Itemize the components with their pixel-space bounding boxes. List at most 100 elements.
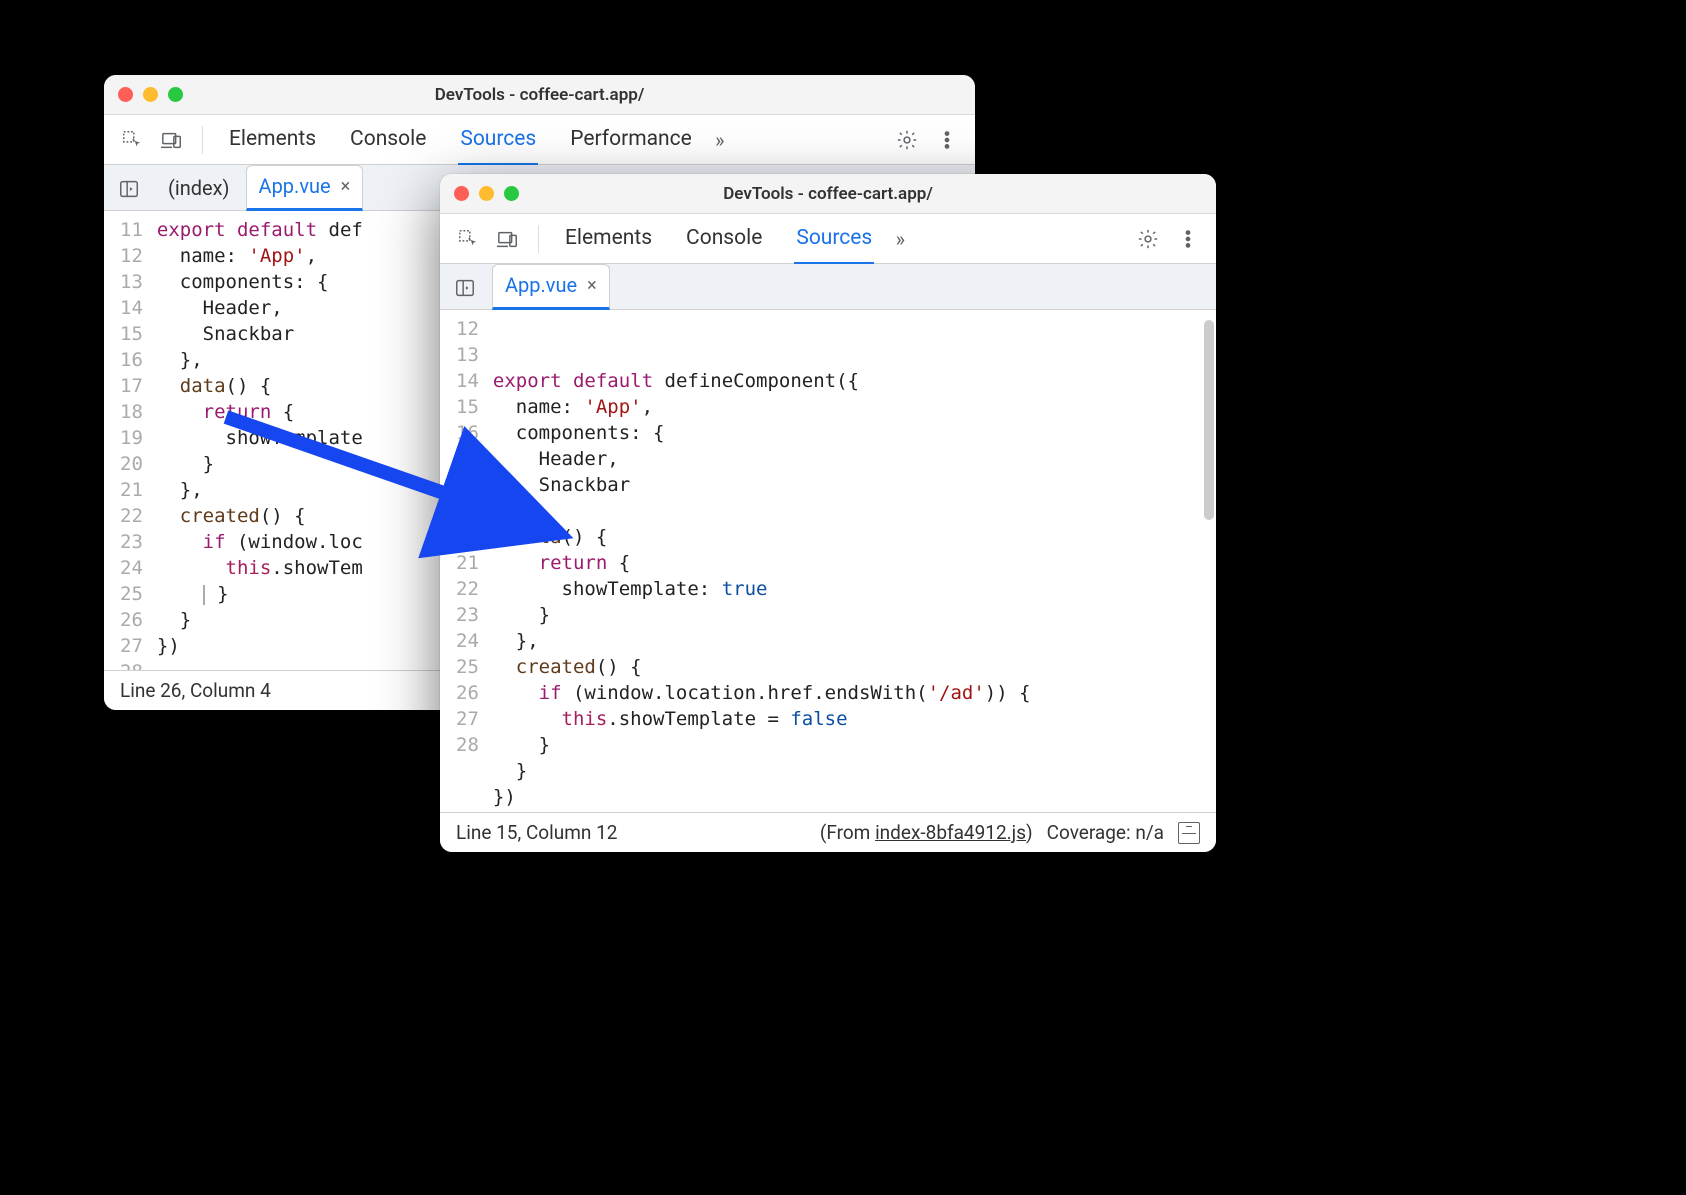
tab-sources[interactable]: Sources <box>458 117 538 166</box>
line-gutter: 111213141516171819202122232425262728 <box>104 211 153 670</box>
inspect-element-icon[interactable] <box>118 126 146 154</box>
main-toolbar: Elements Console Sources » <box>440 214 1216 264</box>
code-content[interactable]: export default defineComponent({ name: '… <box>489 310 1216 812</box>
line-number: 20 <box>456 524 479 550</box>
line-number: 21 <box>456 550 479 576</box>
line-number: 12 <box>120 243 143 269</box>
line-number: 15 <box>456 394 479 420</box>
code-line[interactable]: name: 'App', <box>493 394 1206 420</box>
kebab-menu-icon[interactable] <box>933 126 961 154</box>
line-number: 19 <box>120 425 143 451</box>
code-line[interactable]: this.showTemplate = false <box>493 706 1206 732</box>
close-window-button[interactable] <box>454 186 469 201</box>
line-number: 14 <box>120 295 143 321</box>
maximize-window-button[interactable] <box>504 186 519 201</box>
code-line[interactable]: Snackbar <box>493 472 1206 498</box>
code-line[interactable]: components: { <box>493 420 1206 446</box>
line-number: 24 <box>456 628 479 654</box>
vertical-scrollbar[interactable] <box>1204 320 1214 520</box>
line-number: 16 <box>456 420 479 446</box>
close-window-button[interactable] <box>118 87 133 102</box>
devtools-window-front: DevTools - coffee-cart.app/ Elements Con… <box>440 174 1216 852</box>
line-number: 26 <box>456 680 479 706</box>
file-tab-appvue[interactable]: App.vue × <box>492 264 610 310</box>
kebab-menu-icon[interactable] <box>1174 225 1202 253</box>
settings-gear-icon[interactable] <box>893 126 921 154</box>
line-number: 25 <box>456 654 479 680</box>
tab-elements[interactable]: Elements <box>227 117 318 163</box>
code-line[interactable]: data() { <box>493 524 1206 550</box>
device-toolbar-icon[interactable] <box>158 126 186 154</box>
minimize-window-button[interactable] <box>143 87 158 102</box>
line-number: 27 <box>456 706 479 732</box>
code-line[interactable]: Header, <box>493 446 1206 472</box>
line-number: 22 <box>456 576 479 602</box>
tab-performance[interactable]: Performance <box>568 117 693 163</box>
tab-elements[interactable]: Elements <box>563 216 654 262</box>
code-line[interactable]: }, <box>493 628 1206 654</box>
main-toolbar: Elements Console Sources Performance » <box>104 115 975 165</box>
inspect-element-icon[interactable] <box>454 225 482 253</box>
file-tab-index[interactable]: (index) <box>156 168 242 210</box>
line-number: 11 <box>120 217 143 243</box>
line-number: 20 <box>120 451 143 477</box>
code-line[interactable]: return { <box>493 550 1206 576</box>
text-cursor <box>203 583 206 605</box>
separator <box>538 225 539 253</box>
show-navigator-icon[interactable] <box>114 174 144 204</box>
maximize-window-button[interactable] <box>168 87 183 102</box>
file-tab-label: (index) <box>168 176 230 200</box>
line-number: 21 <box>120 477 143 503</box>
line-number: 27 <box>120 633 143 659</box>
cursor-position: Line 15, Column 12 <box>456 821 617 844</box>
window-controls <box>454 186 519 201</box>
tab-console[interactable]: Console <box>684 216 764 262</box>
source-map-link[interactable]: index-8bfa4912.js <box>875 821 1026 844</box>
status-bar: Line 15, Column 12 (From index-8bfa4912.… <box>440 812 1216 852</box>
code-line[interactable]: } <box>493 758 1206 784</box>
line-number: 23 <box>120 529 143 555</box>
more-tabs-icon[interactable]: » <box>706 126 734 154</box>
settings-gear-icon[interactable] <box>1134 225 1162 253</box>
close-tab-icon[interactable]: × <box>341 176 351 197</box>
line-number: 13 <box>120 269 143 295</box>
code-line[interactable]: }) <box>493 784 1206 810</box>
line-number: 26 <box>120 607 143 633</box>
window-title: DevTools - coffee-cart.app/ <box>723 184 933 204</box>
line-number: 28 <box>120 659 143 670</box>
line-number: 18 <box>120 399 143 425</box>
minimize-window-button[interactable] <box>479 186 494 201</box>
titlebar: DevTools - coffee-cart.app/ <box>440 174 1216 214</box>
file-tabs: App.vue × <box>440 264 1216 310</box>
close-tab-icon[interactable]: × <box>587 275 597 296</box>
code-line[interactable]: created() { <box>493 654 1206 680</box>
tab-console[interactable]: Console <box>348 117 428 163</box>
code-line[interactable]: export default defineComponent({ <box>493 368 1206 394</box>
source-map-origin: (From index-8bfa4912.js) <box>820 821 1033 844</box>
show-navigator-icon[interactable] <box>450 273 480 303</box>
line-number: 14 <box>456 368 479 394</box>
line-number: 25 <box>120 581 143 607</box>
code-line[interactable]: if (window.location.href.endsWith('/ad')… <box>493 680 1206 706</box>
file-tab-appvue[interactable]: App.vue × <box>246 165 364 211</box>
code-editor[interactable]: 1213141516171819202122232425262728 expor… <box>440 310 1216 812</box>
panel-tabs: Elements Console Sources Performance <box>219 117 694 163</box>
line-number: 12 <box>456 316 479 342</box>
cursor-position: Line 26, Column 4 <box>120 679 271 702</box>
code-line[interactable]: } <box>493 732 1206 758</box>
line-number: 16 <box>120 347 143 373</box>
code-line[interactable]: }, <box>493 498 1206 524</box>
line-number: 17 <box>120 373 143 399</box>
toggle-drawer-icon[interactable] <box>1178 822 1200 844</box>
window-controls <box>118 87 183 102</box>
device-toolbar-icon[interactable] <box>494 225 522 253</box>
coverage-status: Coverage: n/a <box>1047 821 1164 844</box>
file-tab-label: App.vue <box>505 273 577 297</box>
line-number: 13 <box>456 342 479 368</box>
code-line[interactable]: } <box>493 602 1206 628</box>
more-tabs-icon[interactable]: » <box>886 225 914 253</box>
file-tab-label: App.vue <box>259 174 331 198</box>
window-title: DevTools - coffee-cart.app/ <box>435 85 645 105</box>
code-line[interactable]: showTemplate: true <box>493 576 1206 602</box>
tab-sources[interactable]: Sources <box>794 216 874 265</box>
